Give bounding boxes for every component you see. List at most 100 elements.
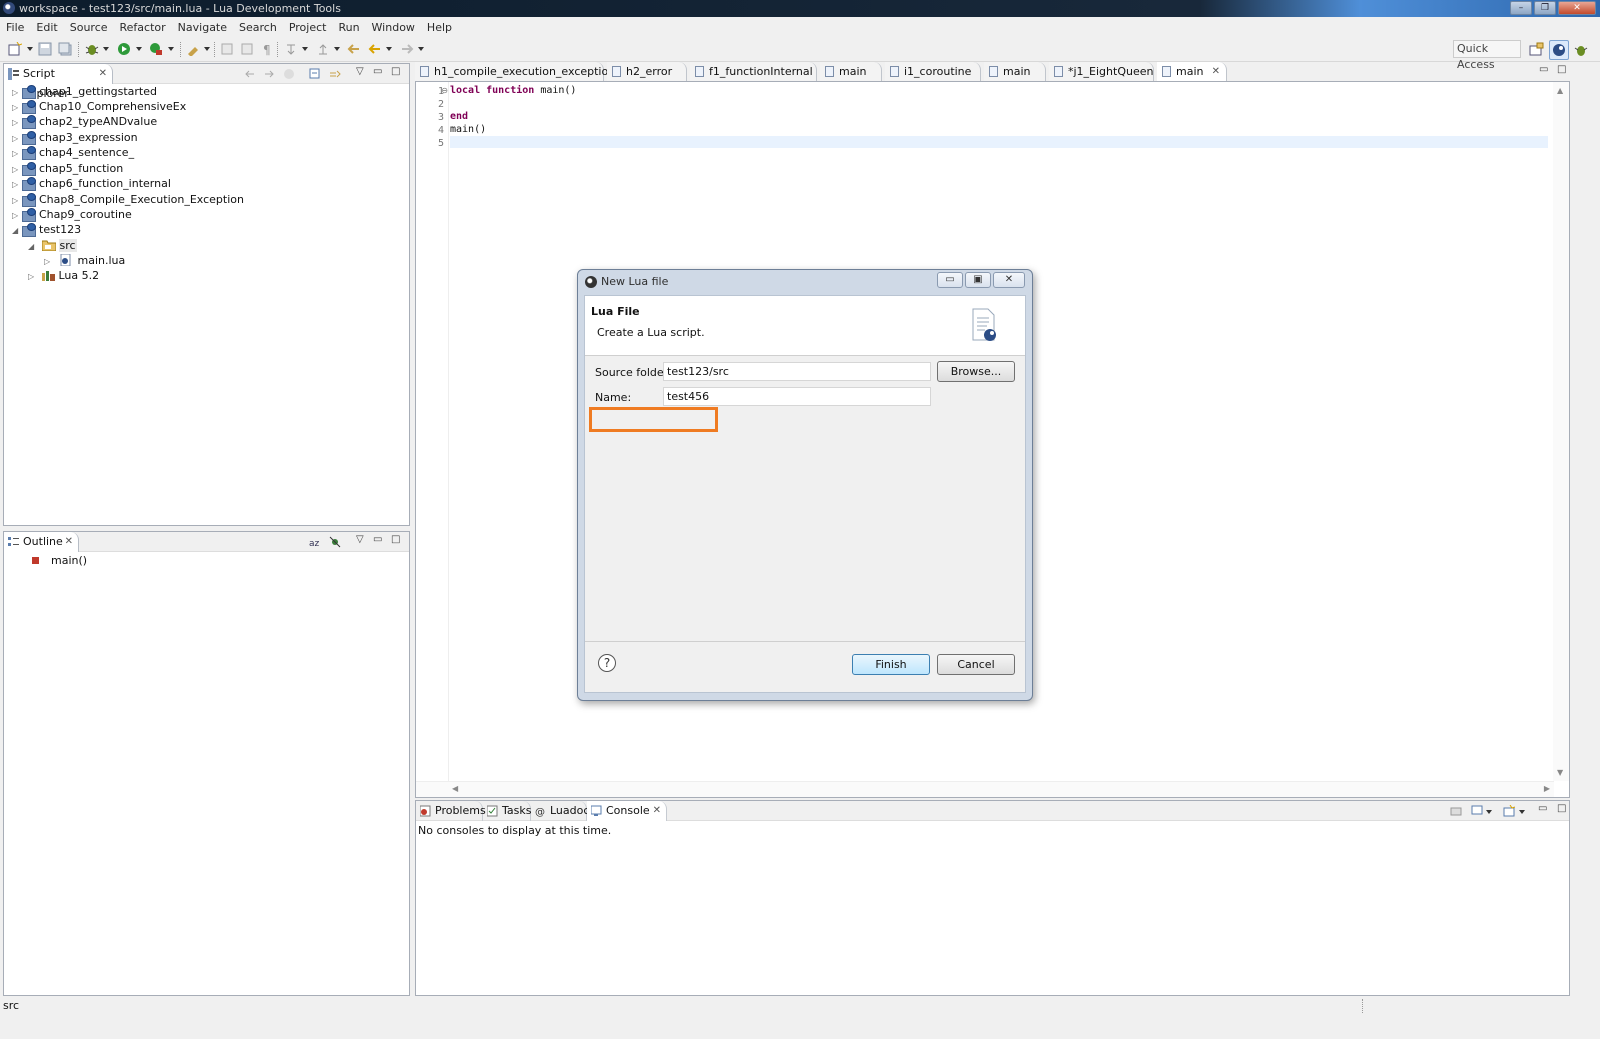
expand-icon[interactable]: ▷ xyxy=(44,254,54,269)
expand-icon[interactable]: ▷ xyxy=(12,208,22,223)
up-icon[interactable] xyxy=(283,68,295,80)
tree-item-src[interactable]: ◢ src xyxy=(28,238,77,253)
tab-tasks[interactable]: Tasks xyxy=(483,801,531,821)
minimize-icon[interactable]: ▭ xyxy=(373,66,382,77)
menu-file[interactable]: File xyxy=(6,21,24,34)
tree-item-chap3[interactable]: ▷ chap3_expression xyxy=(12,130,138,145)
minimize-icon[interactable]: ▭ xyxy=(373,534,382,545)
tree-item-chap2[interactable]: ▷ chap2_typeANDvalue xyxy=(12,114,157,129)
run-icon[interactable] xyxy=(117,42,131,56)
close-icon[interactable]: ✕ xyxy=(65,532,73,552)
hide-fields-icon[interactable] xyxy=(329,536,341,548)
show-whitespace-icon[interactable]: ¶ xyxy=(260,42,274,56)
scroll-up-icon[interactable]: ▲ xyxy=(1557,86,1563,95)
menu-help[interactable]: Help xyxy=(427,21,452,34)
tree-item-chap10[interactable]: ▷ Chap10_ComprehensiveEx xyxy=(12,99,186,114)
tree-item-chap9[interactable]: ▷ Chap9_coroutine xyxy=(12,207,132,222)
menu-navigate[interactable]: Navigate xyxy=(178,21,227,34)
pin-console-icon[interactable] xyxy=(1450,805,1462,817)
dialog-maximize-button[interactable]: ▣ xyxy=(965,272,991,288)
close-icon[interactable]: ✕ xyxy=(99,64,107,84)
debug-perspective-icon[interactable] xyxy=(1574,43,1588,57)
outline-item-main[interactable]: main() xyxy=(32,553,87,568)
restore-button[interactable]: ❐ xyxy=(1534,1,1556,15)
menu-search[interactable]: Search xyxy=(239,21,277,34)
tree-item-chap8[interactable]: ▷ Chap8_Compile_Execution_Exception xyxy=(12,192,244,207)
cancel-button[interactable]: Cancel xyxy=(937,654,1015,675)
tree-item-chap5[interactable]: ▷ chap5_function xyxy=(12,161,123,176)
back-icon[interactable] xyxy=(368,42,382,56)
horizontal-scrollbar[interactable]: ◀ ▶ xyxy=(416,781,1554,797)
collapse-all-icon[interactable] xyxy=(309,68,321,80)
toggle-block-icon[interactable] xyxy=(240,42,254,56)
collapse-icon[interactable]: ◢ xyxy=(12,223,22,238)
minimize-button[interactable]: – xyxy=(1510,1,1532,15)
editor-tab-i1[interactable]: i1_coroutine xyxy=(885,62,981,82)
prev-annotation-icon[interactable] xyxy=(316,42,330,56)
tree-item-test123[interactable]: ◢ test123 xyxy=(12,222,81,237)
tree-item-main-lua[interactable]: ▷ main.lua xyxy=(44,253,125,268)
scroll-right-icon[interactable]: ▶ xyxy=(1544,784,1550,793)
back-arrow-icon[interactable] xyxy=(244,68,256,80)
scroll-down-icon[interactable]: ▼ xyxy=(1557,768,1563,777)
next-annotation-icon[interactable] xyxy=(284,42,298,56)
save-all-icon[interactable] xyxy=(58,42,72,56)
maximize-icon[interactable]: □ xyxy=(391,534,400,545)
open-console-icon[interactable] xyxy=(1503,805,1515,817)
menu-source[interactable]: Source xyxy=(70,21,108,34)
tree-item-chap4[interactable]: ▷ chap4_sentence_ xyxy=(12,145,134,160)
quick-access-field[interactable]: Quick Access xyxy=(1453,40,1521,71)
vertical-scrollbar[interactable]: ▲ ▼ xyxy=(1553,82,1569,781)
editor-tab-j1[interactable]: *j1_EightQueen xyxy=(1049,62,1154,82)
view-menu-icon[interactable]: ▽ xyxy=(356,534,364,545)
close-icon[interactable]: ✕ xyxy=(653,801,661,821)
debug-icon[interactable] xyxy=(85,42,99,56)
tree-item-chap6[interactable]: ▷ chap6_function_internal xyxy=(12,176,171,191)
source-folder-field[interactable] xyxy=(663,362,931,381)
maximize-icon[interactable]: □ xyxy=(391,66,400,77)
display-console-icon[interactable] xyxy=(1471,805,1483,817)
tab-luadoc[interactable]: @ Luadoc xyxy=(531,801,589,821)
maximize-icon[interactable]: □ xyxy=(1557,803,1566,814)
open-task-icon[interactable] xyxy=(186,42,200,56)
finish-button[interactable]: Finish xyxy=(852,654,930,675)
editor-tab-h1[interactable]: h1_compile_execution_exception xyxy=(415,62,615,82)
close-button[interactable]: ✕ xyxy=(1558,1,1596,15)
expand-icon[interactable]: ▷ xyxy=(12,162,22,177)
browse-button[interactable]: Browse... xyxy=(937,361,1015,382)
expand-icon[interactable]: ▷ xyxy=(12,85,22,100)
collapse-icon[interactable]: ◢ xyxy=(28,239,38,254)
expand-icon[interactable]: ▷ xyxy=(12,131,22,146)
dialog-minimize-button[interactable]: ▭ xyxy=(937,272,963,288)
external-tools-icon[interactable] xyxy=(149,42,163,56)
editor-tab-h2[interactable]: h2_error xyxy=(607,62,687,82)
scroll-left-icon[interactable]: ◀ xyxy=(452,784,458,793)
menu-edit[interactable]: Edit xyxy=(36,21,57,34)
expand-icon[interactable]: ▷ xyxy=(12,100,22,115)
menu-run[interactable]: Run xyxy=(338,21,359,34)
menu-refactor[interactable]: Refactor xyxy=(120,21,166,34)
toggle-mark-icon[interactable] xyxy=(220,42,234,56)
lua-perspective-button[interactable] xyxy=(1549,40,1569,60)
expand-icon[interactable]: ▷ xyxy=(12,115,22,130)
save-icon[interactable] xyxy=(38,42,52,56)
tab-script-explorer[interactable]: Script Explorer ✕ xyxy=(4,64,113,100)
name-field[interactable] xyxy=(663,387,931,406)
last-edit-icon[interactable] xyxy=(347,42,361,56)
new-icon[interactable] xyxy=(8,42,22,56)
view-menu-icon[interactable]: ▽ xyxy=(356,66,364,77)
editor-tab-main-1[interactable]: main xyxy=(820,62,882,82)
forward-arrow-icon[interactable] xyxy=(263,68,275,80)
expand-icon[interactable]: ▷ xyxy=(12,193,22,208)
minimize-icon[interactable]: ▭ xyxy=(1539,64,1548,75)
forward-icon[interactable] xyxy=(400,42,414,56)
tab-outline[interactable]: Outline ✕ xyxy=(4,532,79,552)
menu-window[interactable]: Window xyxy=(372,21,415,34)
tab-console[interactable]: Console ✕ xyxy=(587,801,667,821)
minimize-icon[interactable]: ▭ xyxy=(1538,803,1547,814)
dialog-close-button[interactable]: ✕ xyxy=(993,272,1025,288)
expand-icon[interactable]: ▷ xyxy=(28,269,38,284)
fold-icon[interactable]: ⊖ xyxy=(441,86,448,95)
help-icon[interactable]: ? xyxy=(598,654,616,672)
editor-tab-f1[interactable]: f1_functionInternal xyxy=(690,62,817,82)
